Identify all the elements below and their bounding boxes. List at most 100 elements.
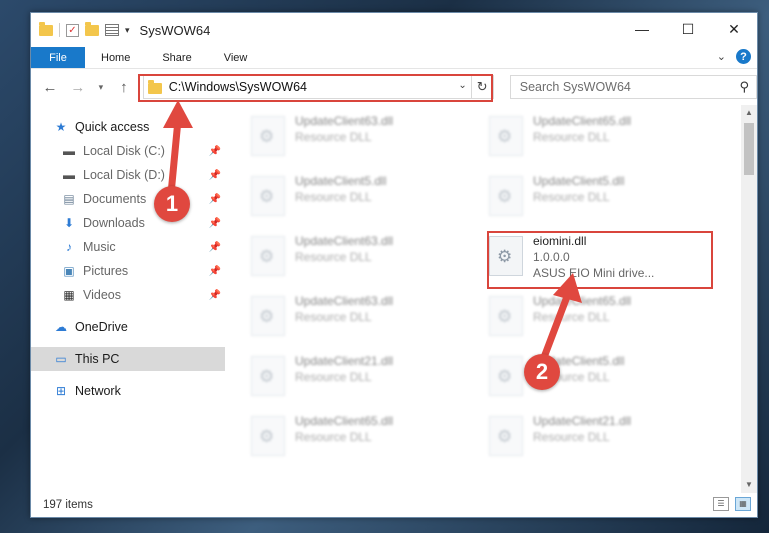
sidebar-item-pictures[interactable]: ▣ Pictures 📌 — [31, 259, 225, 283]
sidebar-item-label: Local Disk (C:) — [83, 144, 165, 158]
file-name: UpdateClient21.dll — [533, 414, 632, 428]
close-button[interactable]: ✕ — [711, 13, 757, 45]
back-arrow-icon[interactable]: ← — [39, 79, 61, 96]
up-arrow-icon[interactable]: ↑ — [113, 79, 135, 96]
sidebar-item-label: Quick access — [75, 120, 150, 134]
list-item[interactable]: UpdateClient63.dll Resource DLL — [251, 293, 476, 341]
scrollbar-thumb[interactable] — [744, 123, 754, 175]
dll-file-icon — [489, 176, 523, 216]
list-item[interactable]: UpdateClient21.dll Resource DLL — [251, 353, 476, 401]
window-controls: — ☐ ✕ — [619, 13, 757, 45]
sidebar-item-documents[interactable]: ▤ Documents 📌 — [31, 187, 225, 211]
network-icon: ⊞ — [55, 384, 67, 398]
dll-file-icon — [251, 116, 285, 156]
sidebar-item-label: Pictures — [83, 264, 129, 278]
pin-icon[interactable]: 📌 — [209, 146, 221, 157]
search-placeholder: Search SysWOW64 — [519, 80, 631, 94]
annotation-badge-2: 2 — [524, 354, 560, 390]
dll-file-icon — [489, 416, 523, 456]
sidebar-item-downloads[interactable]: ⬇ Downloads 📌 — [31, 211, 225, 235]
file-name: UpdateClient65.dll — [295, 414, 394, 428]
separator — [59, 23, 60, 37]
minimize-button[interactable]: — — [619, 13, 665, 45]
file-type: Resource DLL — [295, 190, 372, 204]
list-item[interactable]: UpdateClient65.dll Resource DLL — [489, 113, 714, 161]
recent-locations-icon[interactable]: ▾ — [95, 82, 107, 93]
tab-home[interactable]: Home — [85, 47, 146, 68]
search-icon[interactable]: ⚲ — [739, 79, 749, 95]
customize-toolbar-icon[interactable] — [105, 24, 119, 36]
file-name: UpdateClient65.dll — [533, 114, 632, 128]
sidebar-item-music[interactable]: ♪ Music 📌 — [31, 235, 225, 259]
pin-icon[interactable]: 📌 — [209, 266, 221, 277]
sidebar-item-label: Videos — [83, 288, 121, 302]
sidebar-item-label: This PC — [75, 352, 120, 366]
list-item[interactable]: UpdateClient65.dll Resource DLL — [251, 413, 476, 461]
sidebar-item-this-pc[interactable]: ▭ This PC — [31, 347, 225, 371]
dll-file-icon — [489, 116, 523, 156]
dll-file-icon — [251, 296, 285, 336]
item-count: 197 items — [43, 499, 93, 511]
vertical-scrollbar[interactable]: ▲ ▼ — [741, 105, 757, 493]
help-icon[interactable]: ? — [736, 49, 751, 64]
expand-ribbon-icon[interactable]: ⌄ — [717, 50, 726, 63]
file-name: UpdateClient21.dll — [295, 354, 394, 368]
sidebar-item-label: Documents — [83, 192, 147, 206]
tiles-view-icon[interactable]: ▦ — [735, 497, 751, 511]
dll-file-icon — [251, 416, 285, 456]
sidebar-item-quick-access[interactable]: ★ Quick access — [31, 115, 225, 139]
properties-check-icon[interactable]: ✓ — [66, 23, 79, 37]
sidebar-item-label: OneDrive — [75, 320, 128, 334]
list-item[interactable]: UpdateClient63.dll Resource DLL — [251, 113, 476, 161]
list-item[interactable]: UpdateClient5.dll Resource DLL — [489, 173, 714, 221]
dll-file-icon — [489, 296, 523, 336]
title-bar: ✓ ▾ SysWOW64 — ☐ ✕ — [31, 13, 757, 47]
dll-file-icon — [251, 236, 285, 276]
forward-arrow-icon[interactable]: → — [67, 79, 89, 96]
pin-icon[interactable]: 📌 — [209, 194, 221, 205]
pin-icon[interactable]: 📌 — [209, 290, 221, 301]
file-type: Resource DLL — [533, 190, 610, 204]
new-folder-icon[interactable] — [85, 21, 99, 36]
scroll-up-icon[interactable]: ▲ — [741, 105, 757, 121]
dll-file-icon — [251, 356, 285, 396]
file-name: UpdateClient5.dll — [533, 174, 625, 188]
tab-share[interactable]: Share — [146, 47, 207, 68]
sidebar-item-label: Music — [83, 240, 116, 254]
dll-file-icon — [489, 356, 523, 396]
tab-file[interactable]: File — [31, 47, 85, 68]
explorer-window: ✓ ▾ SysWOW64 — ☐ ✕ File Home Share View … — [30, 12, 758, 518]
sidebar-item-onedrive[interactable]: ☁ OneDrive — [31, 315, 225, 339]
document-icon: ▤ — [63, 192, 75, 206]
folder-icon[interactable] — [39, 21, 53, 36]
sidebar-item-label: Local Disk (D:) — [83, 168, 165, 182]
computer-icon: ▭ — [55, 352, 67, 366]
list-item[interactable]: UpdateClient21.dll Resource DLL — [489, 413, 714, 461]
status-bar: 197 items ☰ ▦ — [31, 493, 757, 517]
search-input[interactable]: Search SysWOW64 ⚲ — [509, 75, 758, 99]
music-note-icon: ♪ — [66, 240, 72, 254]
sidebar-item-local-disk-d[interactable]: ▬ Local Disk (D:) 📌 — [31, 163, 225, 187]
file-type: Resource DLL — [533, 130, 610, 144]
pin-icon[interactable]: 📌 — [209, 218, 221, 229]
details-view-icon[interactable]: ☰ — [713, 497, 729, 511]
list-item[interactable]: UpdateClient5.dllResource DLL — [489, 353, 714, 401]
ribbon-right: ⌄ ? — [717, 49, 751, 64]
maximize-button[interactable]: ☐ — [665, 13, 711, 45]
sidebar-item-local-disk-c[interactable]: ▬ Local Disk (C:) 📌 — [31, 139, 225, 163]
sidebar-item-network[interactable]: ⊞ Network — [31, 379, 225, 403]
sidebar-item-label: Downloads — [83, 216, 145, 230]
list-item[interactable]: UpdateClient65.dll Resource DLL — [489, 293, 714, 341]
pin-icon[interactable]: 📌 — [209, 242, 221, 253]
sidebar-item-videos[interactable]: ▦ Videos 📌 — [31, 283, 225, 307]
file-type: Resource DLL — [295, 310, 372, 324]
file-type: Resource DLL — [295, 130, 372, 144]
chevron-down-icon[interactable]: ▾ — [125, 25, 130, 36]
star-icon: ★ — [55, 120, 67, 134]
tab-view[interactable]: View — [208, 47, 264, 68]
scroll-down-icon[interactable]: ▼ — [741, 477, 757, 493]
file-list: UpdateClient63.dll Resource DLL UpdateCli… — [225, 105, 741, 493]
pin-icon[interactable]: 📌 — [209, 170, 221, 181]
list-item[interactable]: UpdateClient63.dll Resource DLL — [251, 233, 476, 281]
list-item[interactable]: UpdateClient5.dllResource DLL — [251, 173, 476, 221]
